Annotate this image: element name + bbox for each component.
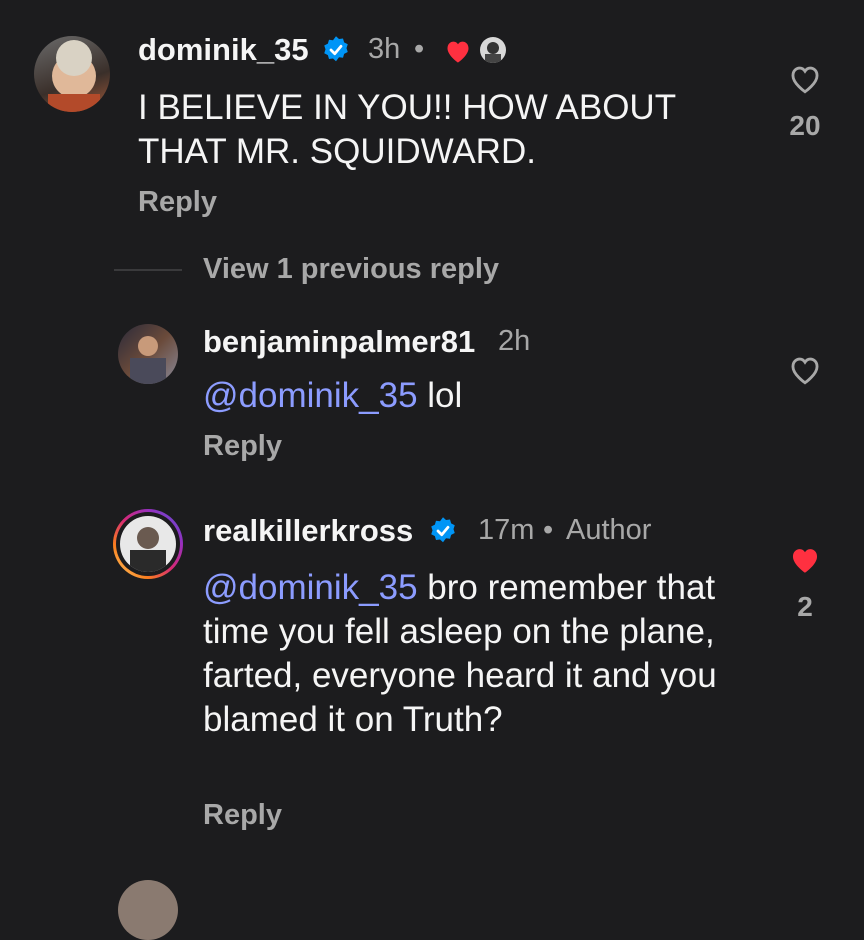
avatar-story-ring[interactable] (113, 509, 183, 579)
avatar[interactable] (118, 880, 178, 940)
comment-text: @dominik_35 bro remember that time you f… (203, 566, 763, 742)
verified-badge-icon (324, 36, 348, 62)
like-heart-icon[interactable] (788, 63, 822, 95)
comment-text: I BELIEVE IN YOU!! HOW ABOUT THAT MR. SQ… (138, 88, 676, 171)
comment-text-body: lol (427, 376, 463, 415)
avatar[interactable] (34, 36, 110, 112)
comment-timestamp: 17m (478, 514, 535, 546)
comment-username[interactable]: dominik_35 (138, 32, 309, 68)
like-count: 20 (789, 110, 821, 141)
like-count: 2 (797, 591, 813, 622)
reply-button[interactable]: Reply (203, 799, 282, 832)
view-replies-line (114, 269, 182, 271)
avatar-photo (130, 527, 166, 572)
verified-badge-icon (431, 517, 455, 543)
author-label: Author (566, 514, 652, 546)
avatar-photo (48, 40, 100, 112)
comment-text: @dominik_35 lol (203, 374, 763, 418)
mention-link[interactable]: @dominik_35 (203, 568, 418, 607)
like-heart-icon[interactable] (788, 354, 822, 386)
avatar (120, 516, 176, 572)
comment-timestamp: 2h (498, 325, 531, 357)
avatar-photo (130, 336, 166, 384)
author-mini-avatar (480, 37, 506, 63)
comment-timestamp: 3h (368, 33, 401, 65)
separator-dot: • (543, 514, 554, 546)
avatar[interactable] (118, 324, 178, 384)
reply-button[interactable]: Reply (138, 186, 217, 219)
mention-link[interactable]: @dominik_35 (203, 376, 418, 415)
liked-heart-icon[interactable] (788, 544, 822, 576)
reply-button[interactable]: Reply (203, 430, 282, 463)
separator-dot: • (414, 33, 425, 65)
comment-username[interactable]: benjaminpalmer81 (203, 324, 475, 360)
comment-username[interactable]: realkillerkross (203, 513, 413, 549)
view-previous-replies-button[interactable]: View 1 previous reply (203, 253, 499, 286)
author-liked-heart-icon (447, 41, 469, 63)
